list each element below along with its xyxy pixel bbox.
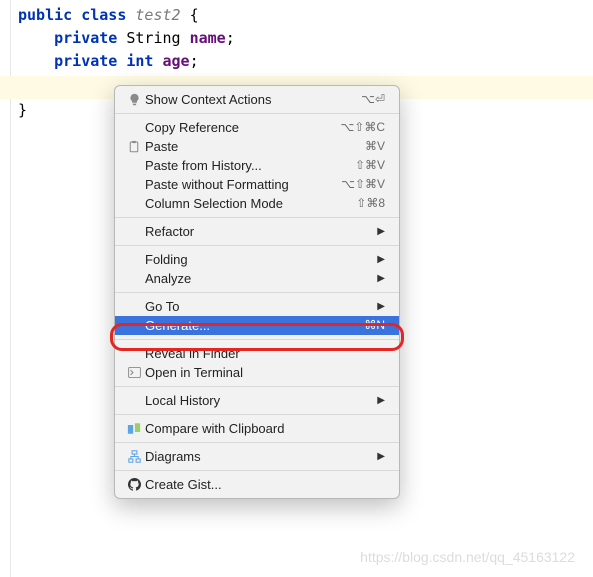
menu-diagrams[interactable]: Diagrams ▶ bbox=[115, 447, 399, 466]
menu-open-terminal[interactable]: Open in Terminal bbox=[115, 363, 399, 382]
class-name: test2 bbox=[135, 6, 180, 24]
menu-shortcut: ⌘V bbox=[365, 137, 385, 156]
menu-analyze[interactable]: Analyze ▶ bbox=[115, 269, 399, 288]
menu-label: Go To bbox=[145, 297, 367, 316]
menu-generate[interactable]: Generate... ⌘N bbox=[115, 316, 399, 335]
watermark-text: https://blog.csdn.net/qq_45163122 bbox=[360, 549, 575, 565]
menu-shortcut: ⇧⌘8 bbox=[356, 194, 385, 213]
terminal-icon bbox=[123, 367, 145, 378]
menu-label: Paste bbox=[145, 137, 355, 156]
menu-label: Compare with Clipboard bbox=[145, 419, 385, 438]
menu-show-context-actions[interactable]: Show Context Actions ⌥⏎ bbox=[115, 90, 399, 109]
menu-separator bbox=[115, 292, 399, 293]
menu-label: Create Gist... bbox=[145, 475, 385, 494]
menu-label: Open in Terminal bbox=[145, 363, 385, 382]
menu-label: Analyze bbox=[145, 269, 367, 288]
brace: { bbox=[181, 6, 199, 24]
type: int bbox=[126, 52, 153, 70]
menu-refactor[interactable]: Refactor ▶ bbox=[115, 222, 399, 241]
menu-reveal-finder[interactable]: Reveal in Finder bbox=[115, 344, 399, 363]
menu-paste-history[interactable]: Paste from History... ⇧⌘V bbox=[115, 156, 399, 175]
menu-shortcut: ⌥⇧⌘V bbox=[341, 175, 385, 194]
menu-separator bbox=[115, 113, 399, 114]
menu-paste-no-format[interactable]: Paste without Formatting ⌥⇧⌘V bbox=[115, 175, 399, 194]
keyword: private bbox=[54, 52, 117, 70]
menu-label: Reveal in Finder bbox=[145, 344, 385, 363]
menu-copy-reference[interactable]: Copy Reference ⌥⇧⌘C bbox=[115, 118, 399, 137]
code-line-2: private String name; bbox=[0, 27, 593, 50]
keyword: private bbox=[54, 29, 117, 47]
menu-separator bbox=[115, 470, 399, 471]
field-name: name bbox=[190, 29, 226, 47]
submenu-arrow-icon: ▶ bbox=[377, 250, 385, 269]
menu-label: Refactor bbox=[145, 222, 367, 241]
menu-shortcut: ⌘N bbox=[364, 316, 385, 335]
menu-separator bbox=[115, 245, 399, 246]
menu-label: Paste from History... bbox=[145, 156, 345, 175]
submenu-arrow-icon: ▶ bbox=[377, 297, 385, 316]
menu-shortcut: ⌥⇧⌘C bbox=[340, 118, 385, 137]
menu-label: Local History bbox=[145, 391, 367, 410]
menu-separator bbox=[115, 386, 399, 387]
menu-label: Show Context Actions bbox=[145, 90, 351, 109]
menu-compare-clipboard[interactable]: Compare with Clipboard bbox=[115, 419, 399, 438]
clipboard-icon bbox=[123, 140, 145, 153]
menu-shortcut: ⇧⌘V bbox=[355, 156, 385, 175]
semicolon: ; bbox=[190, 52, 199, 70]
code-line-1: public class test2 { bbox=[0, 4, 593, 27]
github-icon bbox=[123, 478, 145, 491]
keyword: public bbox=[18, 6, 72, 24]
menu-label: Generate... bbox=[145, 316, 354, 335]
field-name: age bbox=[163, 52, 190, 70]
menu-label: Diagrams bbox=[145, 447, 367, 466]
menu-separator bbox=[115, 442, 399, 443]
code-line-3: private int age; bbox=[0, 50, 593, 73]
menu-separator bbox=[115, 339, 399, 340]
menu-paste[interactable]: Paste ⌘V bbox=[115, 137, 399, 156]
submenu-arrow-icon: ▶ bbox=[377, 222, 385, 241]
menu-column-selection[interactable]: Column Selection Mode ⇧⌘8 bbox=[115, 194, 399, 213]
submenu-arrow-icon: ▶ bbox=[377, 447, 385, 466]
diagram-icon bbox=[123, 450, 145, 463]
submenu-arrow-icon: ▶ bbox=[377, 269, 385, 288]
semicolon: ; bbox=[226, 29, 235, 47]
brace: } bbox=[18, 101, 27, 119]
menu-label: Folding bbox=[145, 250, 367, 269]
bulb-icon bbox=[123, 93, 145, 106]
menu-local-history[interactable]: Local History ▶ bbox=[115, 391, 399, 410]
compare-icon bbox=[123, 422, 145, 435]
menu-label: Paste without Formatting bbox=[145, 175, 331, 194]
menu-label: Copy Reference bbox=[145, 118, 330, 137]
keyword: class bbox=[81, 6, 126, 24]
menu-separator bbox=[115, 217, 399, 218]
menu-create-gist[interactable]: Create Gist... bbox=[115, 475, 399, 494]
menu-separator bbox=[115, 414, 399, 415]
editor-context-menu: Show Context Actions ⌥⏎ Copy Reference ⌥… bbox=[114, 85, 400, 499]
menu-go-to[interactable]: Go To ▶ bbox=[115, 297, 399, 316]
menu-label: Column Selection Mode bbox=[145, 194, 346, 213]
type: String bbox=[126, 29, 180, 47]
menu-folding[interactable]: Folding ▶ bbox=[115, 250, 399, 269]
submenu-arrow-icon: ▶ bbox=[377, 391, 385, 410]
menu-shortcut: ⌥⏎ bbox=[361, 90, 385, 109]
